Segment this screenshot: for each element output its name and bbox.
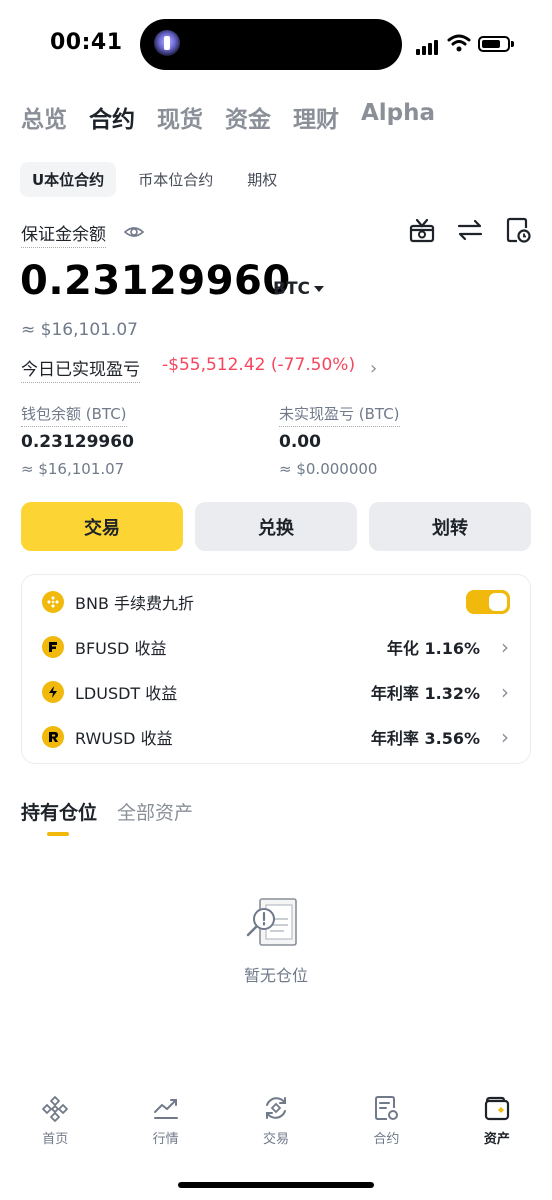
top-nav: 总览 合约 现货 资金 理财 Alpha: [21, 100, 435, 134]
top-nav-funding[interactable]: 资金: [225, 100, 271, 134]
rwusd-coin-icon: [42, 726, 64, 748]
chevron-right-icon[interactable]: ›: [501, 635, 509, 659]
bottom-nav: 首页 行情 交易 合约 资产: [0, 1094, 552, 1147]
wallet-balance-usd: ≈ $16,101.07: [21, 460, 125, 478]
tab-open-positions[interactable]: 持有仓位: [21, 798, 97, 825]
position-tabs: 持有仓位 全部资产: [21, 798, 193, 825]
bottom-nav-label: 合约: [373, 1132, 400, 1147]
flashlight-icon: [154, 30, 180, 56]
bfusd-yield-row[interactable]: BFUSD 收益 年化 1.16% ›: [22, 625, 530, 669]
trade-cycle-icon: [266, 1097, 287, 1119]
gift-icon[interactable]: [408, 216, 436, 244]
tab-options[interactable]: 期权: [235, 162, 289, 197]
bnb-coin-icon: [42, 591, 64, 613]
futures-type-tabs: U本位合约 币本位合约 期权: [20, 162, 289, 197]
cellular-signal-icon: [416, 36, 440, 55]
trade-button[interactable]: 交易: [21, 502, 183, 551]
empty-state-text: 暂无仓位: [243, 966, 308, 985]
history-icon[interactable]: [504, 216, 532, 244]
futures-document-icon: [375, 1096, 399, 1120]
ldusdt-coin-icon: [42, 681, 64, 703]
bfusd-coin-icon: [42, 636, 64, 658]
promo-rate: 年化 1.16%: [386, 639, 480, 658]
empty-document-search-icon: [246, 898, 297, 946]
bottom-nav-label: 行情: [152, 1132, 179, 1147]
top-nav-earn[interactable]: 理财: [293, 100, 339, 134]
promo-rate: 年利率 1.32%: [370, 684, 480, 703]
top-nav-overview[interactable]: 总览: [21, 100, 67, 134]
unrealized-pnl-value: 0.00: [279, 432, 321, 452]
promo-label: RWUSD 收益: [75, 729, 173, 748]
battery-icon: [478, 36, 514, 52]
swap-arrows-icon[interactable]: [456, 216, 484, 244]
promo-label: LDUSDT 收益: [75, 684, 178, 703]
bottom-nav-label: 资产: [483, 1132, 510, 1147]
margin-balance-label[interactable]: 保证金余额: [21, 220, 106, 248]
bnb-discount-toggle[interactable]: [466, 590, 510, 614]
top-nav-alpha[interactable]: Alpha: [361, 100, 435, 134]
margin-balance-value: 0.23129960: [20, 258, 291, 304]
caret-down-icon[interactable]: [314, 286, 324, 292]
transfer-button[interactable]: 划转: [369, 502, 531, 551]
chevron-right-icon[interactable]: ›: [501, 680, 509, 704]
rwusd-yield-row[interactable]: RWUSD 收益 年利率 3.56% ›: [22, 715, 530, 759]
chevron-right-icon[interactable]: ›: [370, 358, 377, 379]
tab-usdm-futures[interactable]: U本位合约: [20, 162, 117, 197]
promo-label: BFUSD 收益: [75, 639, 167, 658]
status-time: 00:41: [50, 30, 123, 55]
bnb-fee-discount-row: BNB 手续费九折: [22, 580, 530, 624]
unrealized-pnl-usd: ≈ $0.000000: [279, 460, 378, 478]
promo-label: BNB 手续费九折: [75, 594, 195, 613]
eye-icon[interactable]: [124, 222, 144, 242]
active-tab-indicator: [47, 832, 69, 836]
yield-promo-card: BNB 手续费九折 BFUSD 收益 年化 1.16% › LDUSDT 收益 …: [21, 574, 531, 764]
today-realized-pnl-label[interactable]: 今日已实现盈亏: [21, 355, 140, 383]
home-indicator[interactable]: [178, 1182, 374, 1188]
unrealized-pnl-label[interactable]: 未实现盈亏 (BTC): [279, 403, 400, 427]
wallet-icon: [484, 1096, 509, 1121]
chart-trend-icon: [153, 1099, 178, 1119]
bottom-nav-home[interactable]: 首页: [0, 1094, 110, 1147]
wallet-balance-value: 0.23129960: [21, 432, 134, 452]
promo-rate: 年利率 3.56%: [370, 729, 480, 748]
bottom-nav-markets[interactable]: 行情: [110, 1094, 220, 1147]
tab-coinm-futures[interactable]: 币本位合约: [126, 162, 225, 197]
top-nav-futures[interactable]: 合约: [89, 100, 135, 134]
bottom-nav-futures[interactable]: 合约: [331, 1094, 441, 1147]
margin-balance-usd: ≈ $16,101.07: [21, 320, 138, 340]
ldusdt-yield-row[interactable]: LDUSDT 收益 年利率 1.32% ›: [22, 670, 530, 714]
bottom-nav-trade[interactable]: 交易: [221, 1094, 331, 1147]
bottom-nav-assets[interactable]: 资产: [442, 1094, 552, 1147]
bottom-nav-label: 交易: [263, 1132, 290, 1147]
bottom-nav-label: 首页: [42, 1132, 69, 1147]
wifi-icon: [447, 34, 471, 52]
chevron-right-icon[interactable]: ›: [501, 725, 509, 749]
dynamic-island: [140, 19, 402, 70]
wallet-balance-label[interactable]: 钱包余额 (BTC): [21, 403, 127, 427]
convert-button[interactable]: 兑换: [195, 502, 357, 551]
top-nav-spot[interactable]: 现货: [157, 100, 203, 134]
binance-logo-icon: [42, 1096, 69, 1122]
today-realized-pnl-value[interactable]: -$55,512.42 (-77.50%): [162, 355, 355, 375]
balance-unit-selector[interactable]: BTC: [273, 279, 310, 299]
tab-all-assets[interactable]: 全部资产: [117, 798, 193, 825]
